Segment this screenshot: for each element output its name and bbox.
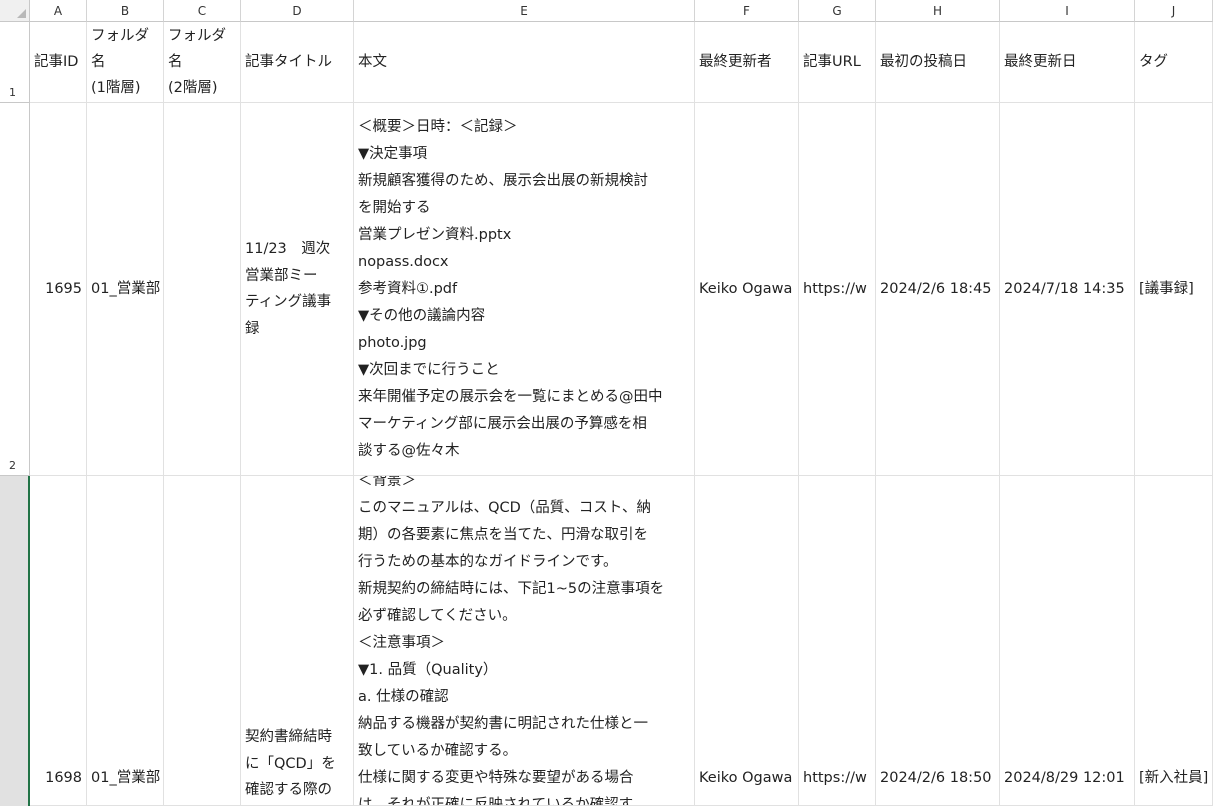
cell-title[interactable]: 11/23 週次 営業部ミー ティング議事 録	[241, 103, 354, 476]
last-update-value: 2024/8/29 12:01	[1004, 770, 1125, 786]
cell-header-folder2[interactable]: フォルダ 名 (2階層)	[164, 22, 241, 103]
cell-title[interactable]: 契約書締結時 に「QCD」を 確認する際の	[241, 476, 354, 806]
header-label: タグ	[1139, 54, 1168, 70]
row-number: 2	[9, 459, 16, 472]
column-header-b[interactable]: B	[87, 0, 164, 22]
cell-header-first-post[interactable]: 最初の投稿日	[876, 22, 1000, 103]
first-post-value: 2024/2/6 18:50	[880, 770, 992, 786]
column-header-c[interactable]: C	[164, 0, 241, 22]
header-label: 本文	[358, 54, 387, 70]
cell-header-url[interactable]: 記事URL	[799, 22, 876, 103]
tag-value: [議事録]	[1139, 280, 1194, 297]
body-value: ＜背景＞ このマニュアルは、QCD（品質、コスト、納 期）の各要素に焦点を当てた…	[358, 476, 665, 806]
cell-first-post[interactable]: 2024/2/6 18:50	[876, 476, 1000, 806]
column-header-i[interactable]: I	[1000, 0, 1135, 22]
cell-body[interactable]: ＜背景＞ このマニュアルは、QCD（品質、コスト、納 期）の各要素に焦点を当てた…	[354, 476, 695, 806]
header-label: 最終更新者	[699, 54, 772, 70]
updater-value: Keiko Ogawa	[699, 280, 793, 297]
cell-last-update[interactable]: 2024/8/29 12:01	[1000, 476, 1135, 806]
article-id-value: 1698	[45, 770, 82, 786]
url-value: https://w	[803, 280, 867, 297]
column-header-h[interactable]: H	[876, 0, 1000, 22]
cell-updater[interactable]: Keiko Ogawa	[695, 103, 799, 476]
cell-header-title[interactable]: 記事タイトル	[241, 22, 354, 103]
cell-folder1[interactable]: 01_営業部	[87, 476, 164, 806]
cell-folder2[interactable]	[164, 476, 241, 806]
cell-article-id[interactable]: 1698	[30, 476, 87, 806]
title-value: 11/23 週次 営業部ミー ティング議事 録	[245, 241, 332, 337]
tag-value: [新入社員]	[1139, 770, 1209, 786]
row-number: 1	[9, 86, 16, 99]
folder1-value: 01_営業部	[91, 770, 161, 786]
updater-value: Keiko Ogawa	[699, 770, 793, 786]
cell-body[interactable]: ＜概要＞日時：＜記録＞ ▼決定事項 新規顧客獲得のため、展示会出展の新規検討 を…	[354, 103, 695, 476]
column-header-a[interactable]: A	[30, 0, 87, 22]
cell-header-tag[interactable]: タグ	[1135, 22, 1213, 103]
header-label: 記事URL	[803, 54, 861, 70]
cell-header-body[interactable]: 本文	[354, 22, 695, 103]
column-header-e[interactable]: E	[354, 0, 695, 22]
cell-folder2[interactable]	[164, 103, 241, 476]
header-label: 最終更新日	[1004, 54, 1077, 70]
cell-tag[interactable]: [新入社員]	[1135, 476, 1213, 806]
cell-folder1[interactable]: 01_営業部	[87, 103, 164, 476]
header-label: 最初の投稿日	[880, 54, 967, 70]
cell-first-post[interactable]: 2024/2/6 18:45	[876, 103, 1000, 476]
row-header-2[interactable]: 2	[0, 103, 30, 476]
last-update-value: 2024/7/18 14:35	[1004, 280, 1125, 297]
cell-tag[interactable]: [議事録]	[1135, 103, 1213, 476]
cell-url[interactable]: https://w	[799, 476, 876, 806]
cell-article-id[interactable]: 1695	[30, 103, 87, 476]
header-label: 記事ID	[34, 54, 79, 70]
row-header-3[interactable]	[0, 476, 30, 806]
header-label: フォルダ 名 (1階層)	[91, 28, 149, 96]
cell-header-updater[interactable]: 最終更新者	[695, 22, 799, 103]
folder1-value: 01_営業部	[91, 280, 161, 297]
column-header-d[interactable]: D	[241, 0, 354, 22]
body-value: ＜概要＞日時：＜記録＞ ▼決定事項 新規顧客獲得のため、展示会出展の新規検討 を…	[358, 119, 663, 459]
article-id-value: 1695	[45, 280, 82, 297]
cell-updater[interactable]: Keiko Ogawa	[695, 476, 799, 806]
header-label: 記事タイトル	[245, 54, 332, 70]
first-post-value: 2024/2/6 18:45	[880, 280, 992, 297]
cell-header-article-id[interactable]: 記事ID	[30, 22, 87, 103]
column-header-f[interactable]: F	[695, 0, 799, 22]
cell-url[interactable]: https://w	[799, 103, 876, 476]
header-label: フォルダ 名 (2階層)	[168, 28, 226, 96]
row-header-1[interactable]: 1	[0, 22, 30, 103]
select-all-triangle-icon	[17, 9, 26, 18]
cell-header-last-update[interactable]: 最終更新日	[1000, 22, 1135, 103]
column-header-g[interactable]: G	[799, 0, 876, 22]
select-all-corner[interactable]	[0, 0, 30, 22]
cell-last-update[interactable]: 2024/7/18 14:35	[1000, 103, 1135, 476]
title-value: 契約書締結時 に「QCD」を 確認する際の	[245, 729, 336, 798]
cell-header-folder1[interactable]: フォルダ 名 (1階層)	[87, 22, 164, 103]
url-value: https://w	[803, 770, 867, 786]
column-header-j[interactable]: J	[1135, 0, 1213, 22]
